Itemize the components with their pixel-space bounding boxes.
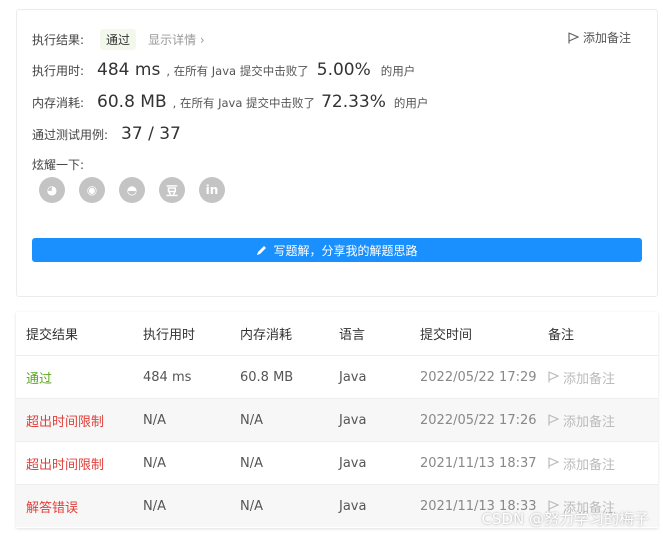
row-add-note-label: 添加备注: [563, 457, 616, 473]
watermark: CSDN @努力学习的梅子: [481, 510, 649, 528]
row-language: Java: [339, 412, 367, 428]
flag-icon: [568, 31, 579, 43]
row-memory: N/A: [240, 412, 263, 428]
memory-percent: 72.33%: [321, 92, 386, 112]
row-time: 2022/05/22 17:26: [420, 412, 537, 428]
write-solution-button[interactable]: 写题解，分享我的解题思路: [32, 238, 642, 262]
table-row: 通过 484 ms 60.8 MB Java 2022/05/22 17:29 …: [16, 355, 658, 398]
row-language: Java: [339, 455, 367, 471]
row-add-note-label: 添加备注: [563, 414, 616, 430]
header-time: 提交时间: [420, 328, 473, 343]
row-time: 2022/05/22 17:29: [420, 369, 537, 385]
header-runtime: 执行用时: [143, 328, 196, 343]
row-time: 2021/11/13 18:37: [420, 455, 537, 471]
tests-value: 37 / 37: [121, 124, 181, 144]
show-details-link[interactable]: 显示详情 ›: [148, 31, 205, 48]
runtime-row: 执行用时: 484 ms , 在所有 Java 提交中击败了 5.00% 的用户: [32, 60, 415, 80]
table-row: 超出时间限制 N/A N/A Java 2021/11/13 18:37 添加备…: [16, 441, 658, 484]
flag-icon: [548, 457, 559, 469]
table-header: 提交结果 执行用时 内存消耗 语言 提交时间 备注: [16, 312, 658, 355]
runtime-percent: 5.00%: [316, 60, 371, 80]
memory-tail-text: 的用户: [393, 96, 429, 110]
submission-result-link[interactable]: 超出时间限制: [16, 411, 143, 430]
memory-value: 60.8 MB: [97, 92, 167, 112]
row-runtime: N/A: [143, 498, 166, 514]
flag-icon: [548, 414, 559, 426]
row-language: Java: [339, 498, 367, 514]
memory-row: 内存消耗: 60.8 MB , 在所有 Java 提交中击败了 72.33% 的…: [32, 92, 428, 112]
add-note-button[interactable]: 添加备注: [568, 29, 631, 46]
weibo-icon[interactable]: ◉: [79, 177, 105, 203]
status-badge: 通过: [100, 29, 137, 50]
runtime-tail-text: 的用户: [380, 64, 416, 78]
qq-icon[interactable]: ◓: [119, 177, 145, 203]
douban-icon[interactable]: 豆: [159, 177, 185, 203]
row-memory: N/A: [240, 498, 263, 514]
row-runtime: N/A: [143, 412, 166, 428]
header-result: 提交结果: [26, 328, 79, 343]
row-add-note-button[interactable]: 添加备注: [548, 454, 658, 473]
row-runtime: N/A: [143, 455, 166, 471]
memory-label: 内存消耗:: [32, 96, 85, 110]
submission-result-link[interactable]: 解答错误: [16, 497, 143, 516]
write-solution-label: 写题解，分享我的解题思路: [273, 243, 418, 258]
header-language: 语言: [339, 328, 366, 343]
status-label: 执行结果:: [32, 33, 85, 47]
share-row: 炫耀一下:: [32, 156, 84, 173]
row-add-note-label: 添加备注: [563, 371, 616, 387]
flag-icon: [548, 371, 559, 383]
runtime-label: 执行用时:: [32, 64, 85, 78]
header-memory: 内存消耗: [240, 328, 293, 343]
add-note-label: 添加备注: [582, 31, 631, 45]
row-runtime: 484 ms: [143, 369, 192, 385]
submission-result-link[interactable]: 通过: [16, 368, 143, 387]
pencil-icon: [257, 245, 267, 255]
runtime-mid-text: , 在所有 Java 提交中击败了: [166, 64, 309, 78]
row-add-note-button[interactable]: 添加备注: [548, 368, 658, 387]
runtime-value: 484 ms: [97, 60, 161, 80]
row-memory: 60.8 MB: [240, 369, 294, 385]
result-card: 执行结果: 通过 显示详情 › 添加备注 执行用时: 484 ms , 在所有 …: [16, 9, 658, 297]
row-language: Java: [339, 369, 367, 385]
share-icons: ◕ ◉ ◓ 豆 in: [39, 177, 225, 203]
tests-row: 通过测试用例: 37 / 37: [32, 124, 181, 144]
table-row: 超出时间限制 N/A N/A Java 2022/05/22 17:26 添加备…: [16, 398, 658, 441]
share-label: 炫耀一下:: [32, 158, 85, 172]
header-note: 备注: [548, 328, 575, 343]
submissions-table: 提交结果 执行用时 内存消耗 语言 提交时间 备注 通过 484 ms 60.8…: [16, 312, 658, 528]
row-memory: N/A: [240, 455, 263, 471]
status-row: 执行结果: 通过 显示详情 ›: [32, 29, 205, 50]
row-add-note-button[interactable]: 添加备注: [548, 411, 658, 430]
wechat-icon[interactable]: ◕: [39, 177, 65, 203]
memory-mid-text: , 在所有 Java 提交中击败了: [172, 96, 316, 110]
tests-label: 通过测试用例:: [32, 128, 109, 142]
linkedin-icon[interactable]: in: [199, 177, 225, 203]
submission-result-link[interactable]: 超出时间限制: [16, 454, 143, 473]
